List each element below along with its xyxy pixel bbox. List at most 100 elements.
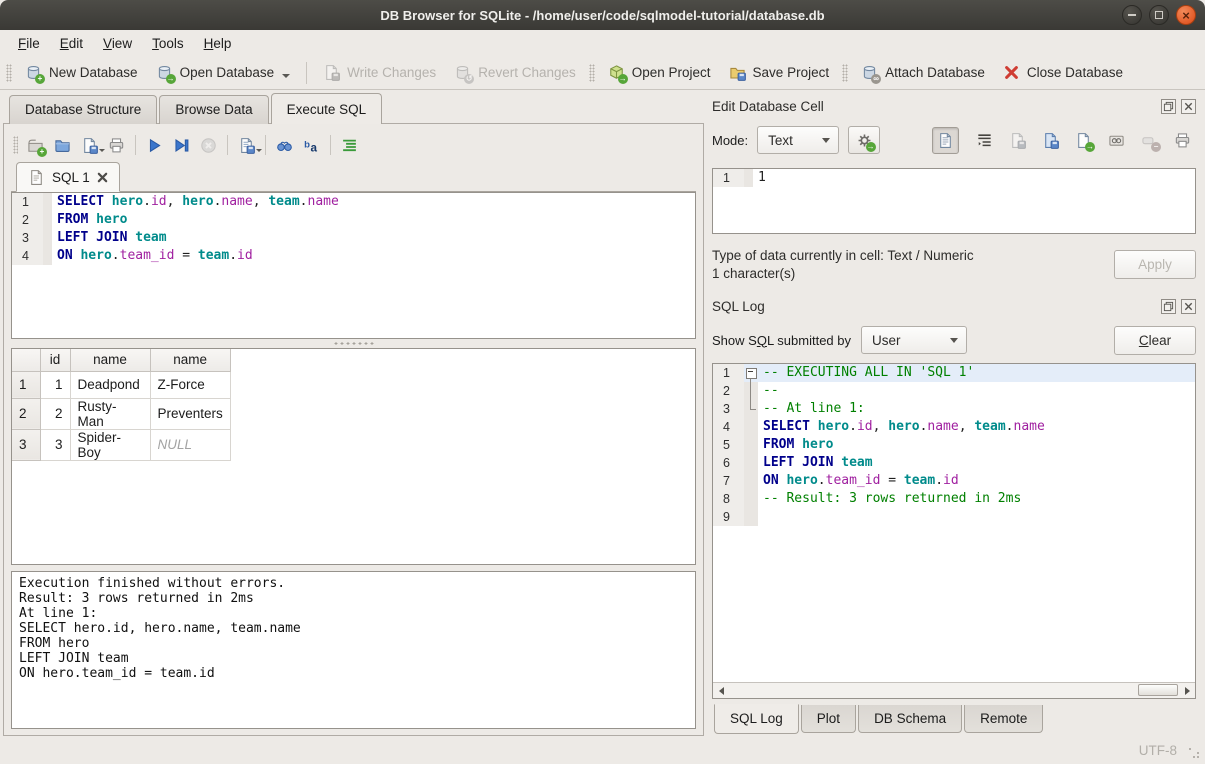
close-dock-icon[interactable] bbox=[1181, 299, 1196, 314]
close-dock-icon[interactable] bbox=[1181, 99, 1196, 114]
apply-mode-button[interactable]: → bbox=[848, 126, 880, 154]
code-line: 5FROM hero bbox=[713, 436, 1195, 454]
minimize-button[interactable] bbox=[1122, 5, 1142, 25]
log-filter-select[interactable]: User bbox=[861, 326, 967, 354]
close-database-button[interactable]: Close Database bbox=[994, 60, 1132, 85]
execute-all-icon bbox=[146, 137, 163, 154]
column-header-name[interactable]: name bbox=[70, 349, 150, 371]
cell-print-button[interactable] bbox=[1169, 127, 1196, 154]
scroll-track[interactable] bbox=[729, 683, 1179, 698]
menu-help[interactable]: Help bbox=[194, 32, 242, 55]
corner-header[interactable] bbox=[12, 349, 40, 371]
table-cell[interactable]: Preventers bbox=[150, 398, 230, 429]
sql-doc-tab[interactable]: SQL 1 bbox=[16, 162, 120, 192]
revert-changes-button[interactable]: ↺Revert Changes bbox=[445, 60, 585, 85]
fold-margin bbox=[43, 229, 52, 247]
dropdown-caret-icon[interactable] bbox=[282, 74, 290, 78]
row-header[interactable]: 2 bbox=[12, 398, 40, 429]
editor-results-splitter[interactable] bbox=[11, 339, 696, 348]
cell-link-button[interactable] bbox=[1103, 127, 1130, 154]
main-content: Database StructureBrowse DataExecute SQL… bbox=[0, 90, 1205, 736]
cell-text-button[interactable] bbox=[932, 127, 959, 154]
save-results-button[interactable] bbox=[233, 132, 260, 158]
mode-select[interactable]: Text bbox=[757, 126, 839, 154]
line-number: 2 bbox=[12, 211, 43, 229]
dropdown-caret-icon[interactable] bbox=[256, 149, 262, 152]
fold-marker[interactable] bbox=[744, 364, 758, 382]
table-cell[interactable]: 1 bbox=[40, 371, 70, 398]
column-header-name[interactable]: name bbox=[150, 349, 230, 371]
code-line: 2-- bbox=[713, 382, 1195, 400]
table-cell[interactable]: Rusty-Man bbox=[70, 398, 150, 429]
sql-editor[interactable]: 1SELECT hero.id, hero.name, team.name2FR… bbox=[11, 192, 696, 339]
tab-browse-data[interactable]: Browse Data bbox=[159, 95, 268, 124]
table-cell[interactable]: Z-Force bbox=[150, 371, 230, 398]
clear-button[interactable]: Clear bbox=[1114, 326, 1196, 355]
menu-view[interactable]: View bbox=[93, 32, 142, 55]
toolbar-separator bbox=[135, 135, 136, 155]
menu-file[interactable]: File bbox=[8, 32, 50, 55]
execute-line-button[interactable] bbox=[168, 132, 195, 158]
menu-edit[interactable]: Edit bbox=[50, 32, 93, 55]
scroll-left-icon[interactable] bbox=[713, 683, 729, 698]
execute-all-button[interactable] bbox=[141, 132, 168, 158]
stop-execution-button[interactable] bbox=[195, 132, 222, 158]
close-sql-tab-icon[interactable] bbox=[97, 172, 108, 183]
open-database-button[interactable]: →Open Database bbox=[147, 60, 300, 85]
chevron-down-icon bbox=[822, 138, 830, 143]
cell-null-button[interactable]: − bbox=[1136, 127, 1163, 154]
write-changes-button[interactable]: Write Changes bbox=[314, 60, 445, 85]
code-text: LEFT JOIN team bbox=[758, 454, 1195, 472]
sql-doc-tab-label: SQL 1 bbox=[52, 170, 90, 185]
save-sql-file-icon bbox=[81, 137, 98, 154]
column-header-id[interactable]: id bbox=[40, 349, 70, 371]
new-sql-tab-button[interactable]: + bbox=[22, 132, 49, 158]
tab-execute-sql[interactable]: Execute SQL bbox=[271, 93, 383, 124]
close-button[interactable]: × bbox=[1176, 5, 1196, 25]
line-number: 3 bbox=[713, 400, 744, 418]
line-number: 6 bbox=[713, 454, 744, 472]
dock-tab-plot[interactable]: Plot bbox=[801, 705, 856, 733]
attach-database-button[interactable]: ∞Attach Database bbox=[852, 60, 994, 85]
float-dock-icon[interactable] bbox=[1161, 299, 1176, 314]
float-dock-icon[interactable] bbox=[1161, 99, 1176, 114]
open-project-button[interactable]: →Open Project bbox=[599, 60, 720, 85]
statusbar: UTF-8 bbox=[0, 736, 1205, 764]
scroll-thumb[interactable] bbox=[1138, 684, 1178, 696]
menu-tools[interactable]: Tools bbox=[142, 32, 194, 55]
resize-grip[interactable] bbox=[1189, 748, 1201, 760]
find-text-button[interactable] bbox=[271, 132, 298, 158]
maximize-button[interactable] bbox=[1149, 5, 1169, 25]
format-sql-button[interactable] bbox=[336, 132, 363, 158]
sql-log-editor[interactable]: 1-- EXECUTING ALL IN 'SQL 1'2--3-- At li… bbox=[713, 364, 1195, 682]
log-horizontal-scrollbar[interactable] bbox=[713, 682, 1195, 698]
table-cell[interactable]: NULL bbox=[150, 429, 230, 460]
replace-text-button[interactable]: ba bbox=[298, 132, 325, 158]
new-database-button[interactable]: +New Database bbox=[16, 60, 147, 85]
cell-editor[interactable]: 11 bbox=[712, 168, 1196, 234]
scroll-right-icon[interactable] bbox=[1179, 683, 1195, 698]
toolbar-separator bbox=[330, 135, 331, 155]
tab-database-structure[interactable]: Database Structure bbox=[9, 95, 157, 124]
apply-button[interactable]: Apply bbox=[1114, 250, 1196, 279]
save-project-button[interactable]: Save Project bbox=[720, 60, 839, 85]
cell-wrap-button[interactable] bbox=[971, 127, 998, 154]
dock-tab-sql-log[interactable]: SQL Log bbox=[714, 704, 799, 734]
open-sql-file-button[interactable] bbox=[49, 132, 76, 158]
chevron-down-icon bbox=[950, 338, 958, 343]
table-cell[interactable]: 3 bbox=[40, 429, 70, 460]
titlebar[interactable]: DB Browser for SQLite - /home/user/code/… bbox=[0, 0, 1205, 30]
table-cell[interactable]: Spider-Boy bbox=[70, 429, 150, 460]
row-header[interactable]: 3 bbox=[12, 429, 40, 460]
fold-margin bbox=[43, 211, 52, 229]
table-cell[interactable]: Deadpond bbox=[70, 371, 150, 398]
row-header[interactable]: 1 bbox=[12, 371, 40, 398]
table-cell[interactable]: 2 bbox=[40, 398, 70, 429]
cell-import-button[interactable] bbox=[1004, 127, 1031, 154]
dock-tab-remote[interactable]: Remote bbox=[964, 705, 1043, 733]
print-sql-button[interactable] bbox=[103, 132, 130, 158]
cell-save-button[interactable] bbox=[1037, 127, 1064, 154]
dock-tab-db-schema[interactable]: DB Schema bbox=[858, 705, 962, 733]
cell-export-button[interactable]: → bbox=[1070, 127, 1097, 154]
save-sql-file-button[interactable] bbox=[76, 132, 103, 158]
